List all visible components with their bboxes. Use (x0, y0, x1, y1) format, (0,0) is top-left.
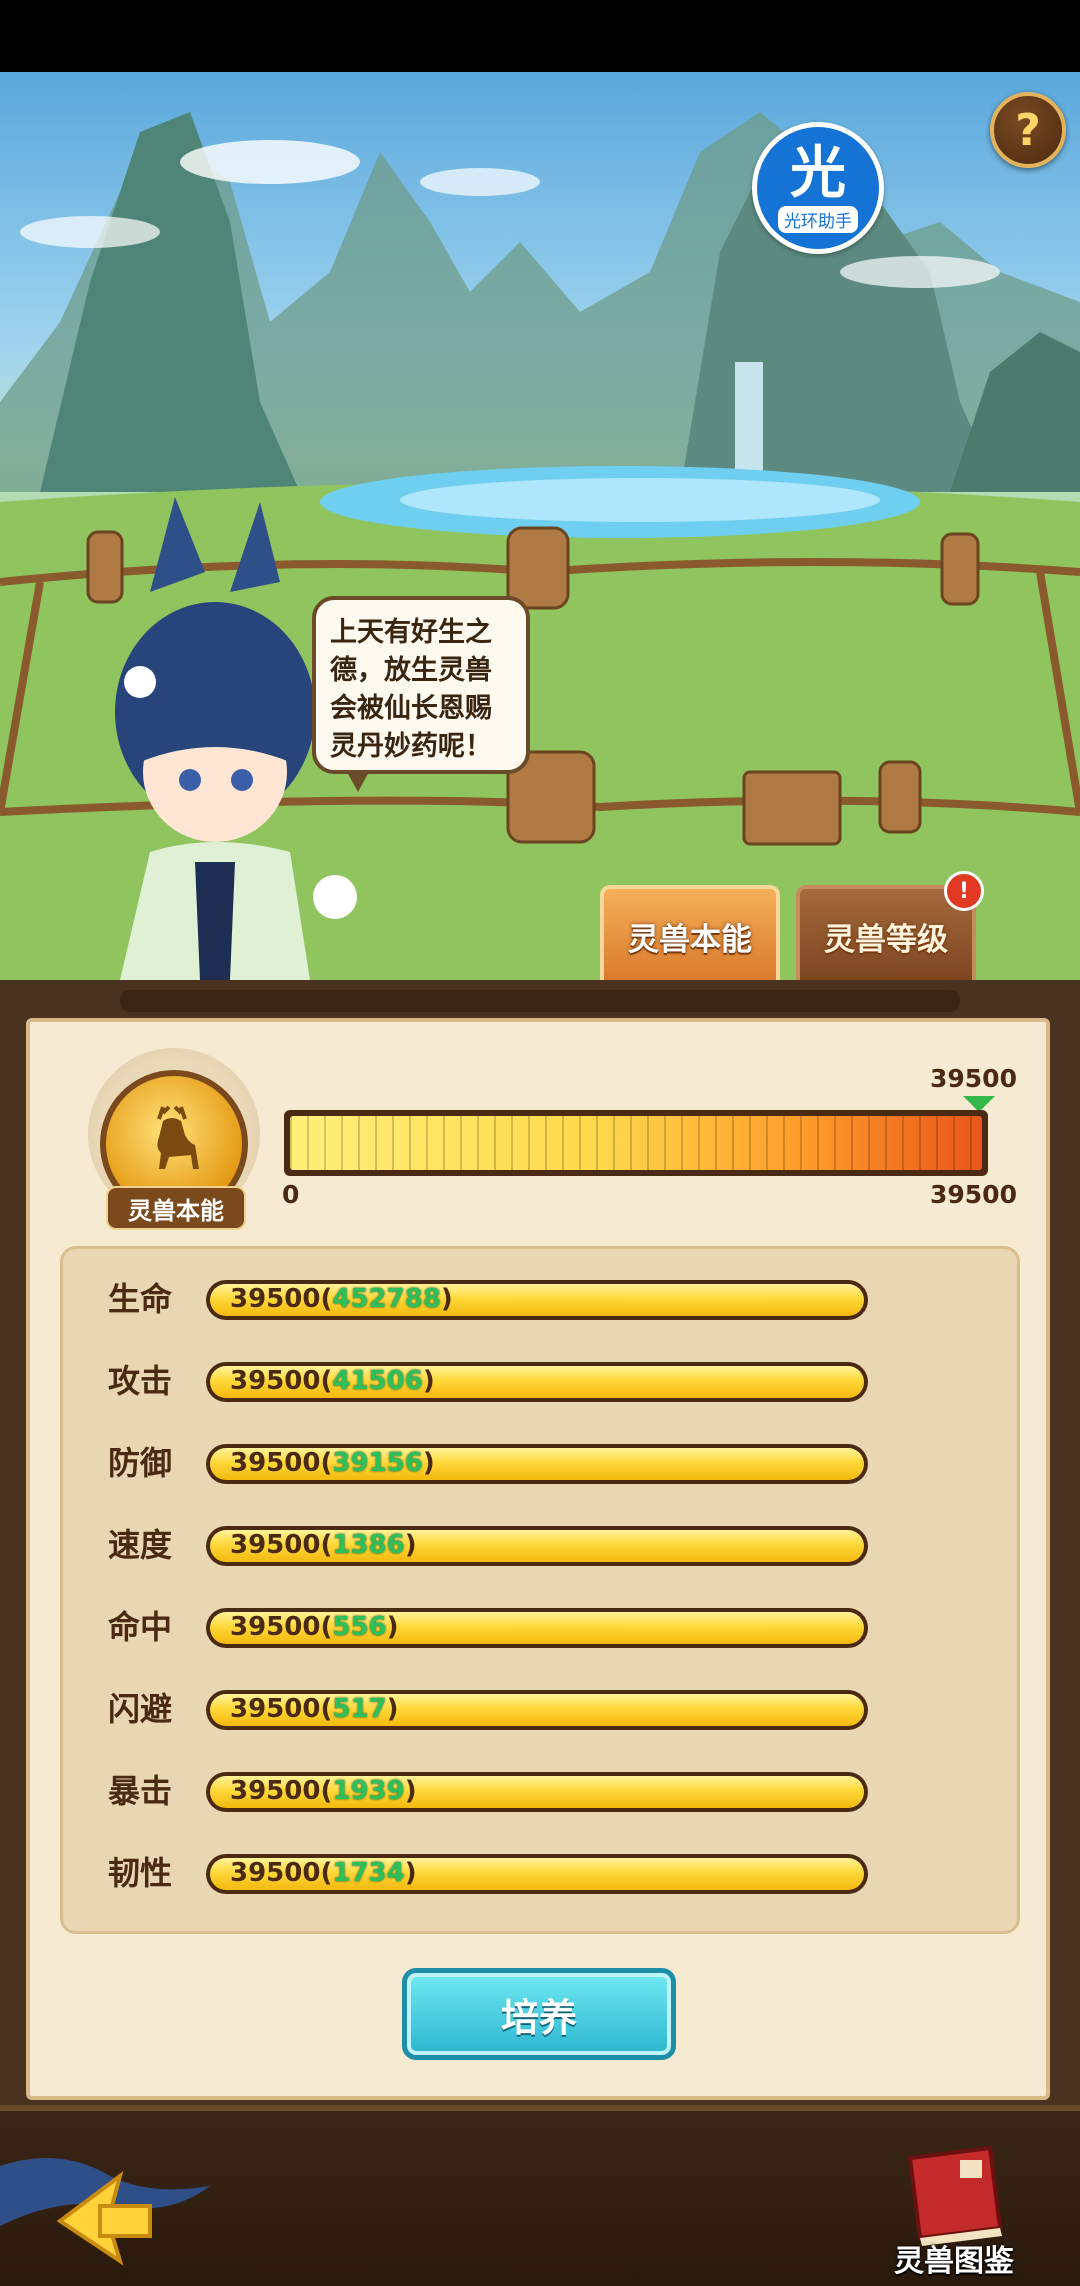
help-button[interactable]: ? (990, 92, 1066, 168)
stat-value-text: 39500(39156) (230, 1448, 435, 1478)
stat-value-text: 39500(452788) (230, 1284, 453, 1314)
tab-beast-level[interactable]: 灵兽等级 ! (796, 871, 984, 984)
codex-book-icon (907, 2145, 1003, 2246)
panel-top-rail (120, 990, 960, 1012)
alert-badge: ! (944, 871, 984, 911)
instinct-progress-bar (284, 1110, 988, 1176)
emblem-label: 灵兽本能 (106, 1186, 246, 1230)
stat-name: 韧性 (108, 1854, 173, 1892)
stat-bonus: 39156 (332, 1448, 423, 1478)
stat-row: 闪避 39500(517) (108, 1686, 868, 1732)
stat-bonus: 41506 (332, 1366, 423, 1396)
cultivate-button[interactable]: 培养 (402, 1968, 676, 2060)
stat-value: 39500 (230, 1530, 321, 1560)
stat-bonus: 556 (332, 1612, 387, 1642)
stat-row: 攻击 39500(41506) (108, 1358, 868, 1404)
assist-badge-label: 光环助手 (778, 205, 858, 233)
progress-max-label: 39500 (930, 1180, 1017, 1209)
spirit-beast-scene: 光 光环助手 (0, 72, 1080, 980)
speech-bubble: 上天有好生之德，放生灵兽会被仙长恩赐灵丹妙药呢！ (312, 596, 530, 792)
stat-value: 39500 (230, 1694, 321, 1724)
stats-box (60, 1246, 1020, 1934)
tab-beast-level-label: 灵兽等级 (824, 922, 948, 958)
back-button[interactable] (0, 2136, 230, 2266)
stat-name: 攻击 (108, 1362, 173, 1400)
stat-name: 命中 (108, 1608, 173, 1646)
codex-label: 灵兽图鉴 (894, 2244, 1014, 2279)
stat-value: 39500 (230, 1776, 321, 1806)
stat-bonus: 452788 (332, 1284, 441, 1314)
stat-value: 39500 (230, 1284, 321, 1314)
stat-bonus: 1734 (332, 1858, 405, 1888)
stat-value-text: 39500(556) (230, 1612, 399, 1642)
stat-value-text: 39500(517) (230, 1694, 399, 1724)
assist-badge-glyph: 光 (790, 140, 846, 206)
halo-assistant-badge[interactable]: 光 光环助手 (752, 122, 884, 254)
stat-bonus: 1939 (332, 1776, 405, 1806)
stat-row: 韧性 39500(1734) (108, 1850, 868, 1896)
stat-value: 39500 (230, 1448, 321, 1478)
stat-row: 速度 39500(1386) (108, 1522, 868, 1568)
progress-min-label: 0 (282, 1180, 300, 1209)
stat-row: 生命 39500(452788) (108, 1276, 868, 1322)
landscape-background (0, 112, 1080, 980)
question-icon: ? (1015, 104, 1041, 156)
stat-value-text: 39500(1939) (230, 1776, 417, 1806)
instinct-progress-fill (290, 1116, 982, 1170)
stat-value: 39500 (230, 1366, 321, 1396)
stat-value: 39500 (230, 1858, 321, 1888)
status-bar (0, 0, 1080, 72)
stat-row: 防御 39500(39156) (108, 1440, 868, 1486)
stat-value: 39500 (230, 1612, 321, 1642)
stat-name: 防御 (108, 1444, 173, 1482)
stat-name: 暴击 (108, 1772, 173, 1810)
deer-icon (157, 1105, 199, 1169)
progress-current-value: 39500 (930, 1064, 1017, 1093)
stat-name: 速度 (108, 1526, 173, 1564)
back-arrow-icon (0, 2158, 210, 2266)
stat-name: 生命 (108, 1280, 173, 1318)
stat-value-text: 39500(1734) (230, 1858, 417, 1888)
stat-value-text: 39500(1386) (230, 1530, 417, 1560)
stat-row: 暴击 39500(1939) (108, 1768, 868, 1814)
stat-bonus: 1386 (332, 1530, 405, 1560)
stat-value-text: 39500(41506) (230, 1366, 435, 1396)
stat-name: 闪避 (108, 1690, 173, 1728)
stat-bonus: 517 (332, 1694, 387, 1724)
tab-beast-instinct[interactable]: 灵兽本能 (600, 885, 780, 984)
stat-row: 命中 39500(556) (108, 1604, 868, 1650)
